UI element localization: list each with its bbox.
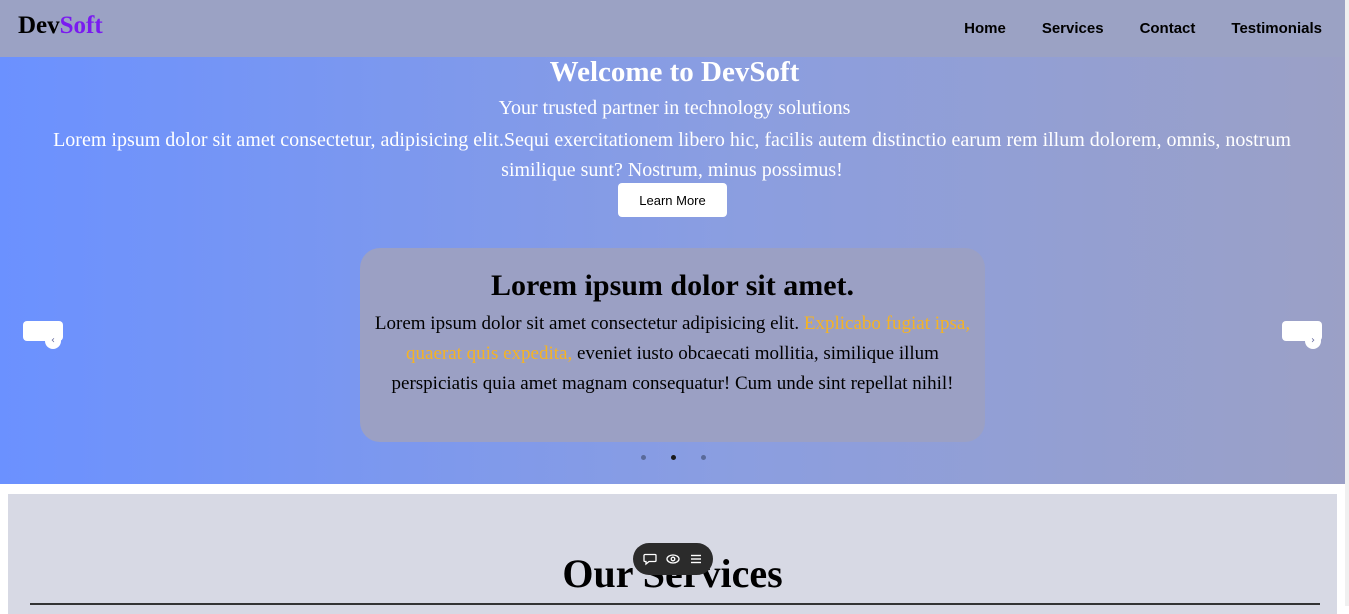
learn-more-button[interactable]: Learn More bbox=[618, 183, 727, 217]
slide-text: Lorem ipsum dolor sit amet consectetur a… bbox=[372, 309, 973, 399]
nav-contact[interactable]: Contact bbox=[1140, 20, 1196, 38]
chevron-left-icon[interactable]: ‹ bbox=[45, 333, 61, 349]
nav-links: Home Services Contact Testimonials bbox=[928, 20, 1322, 38]
carousel-dot[interactable] bbox=[670, 455, 676, 460]
logo[interactable]: DevSoft bbox=[18, 11, 103, 41]
logo-suffix: Soft bbox=[59, 12, 103, 39]
hero-subtitle: Your trusted partner in technology solut… bbox=[498, 97, 851, 119]
nav-services[interactable]: Services bbox=[1042, 20, 1104, 38]
logo-prefix: Dev bbox=[18, 12, 60, 39]
hero-section: DevSoft Home Services Contact Testimonia… bbox=[0, 0, 1349, 484]
carousel-dot[interactable] bbox=[640, 455, 646, 460]
navbar: DevSoft Home Services Contact Testimonia… bbox=[0, 0, 1349, 57]
menu-icon[interactable] bbox=[687, 550, 705, 568]
slide-title: Lorem ipsum dolor sit amet. bbox=[490, 269, 855, 302]
carousel-dot[interactable] bbox=[700, 455, 706, 460]
nav-home[interactable]: Home bbox=[964, 20, 1006, 38]
comment-icon[interactable] bbox=[641, 550, 659, 568]
hero-title: Welcome to DevSoft bbox=[549, 56, 800, 88]
floating-toolbar bbox=[633, 543, 713, 575]
nav-testimonials[interactable]: Testimonials bbox=[1231, 20, 1322, 38]
carousel-slide: Lorem ipsum dolor sit amet. Lorem ipsum … bbox=[360, 248, 985, 442]
scrollbar-track[interactable] bbox=[1345, 0, 1349, 606]
chevron-right-icon[interactable]: › bbox=[1305, 333, 1321, 349]
hero-description: Lorem ipsum dolor sit amet consectetur, … bbox=[53, 129, 1291, 181]
eye-icon[interactable] bbox=[664, 550, 682, 568]
slide-text-start: Lorem ipsum dolor sit amet consectetur a… bbox=[374, 313, 804, 334]
services-divider bbox=[30, 603, 1320, 605]
